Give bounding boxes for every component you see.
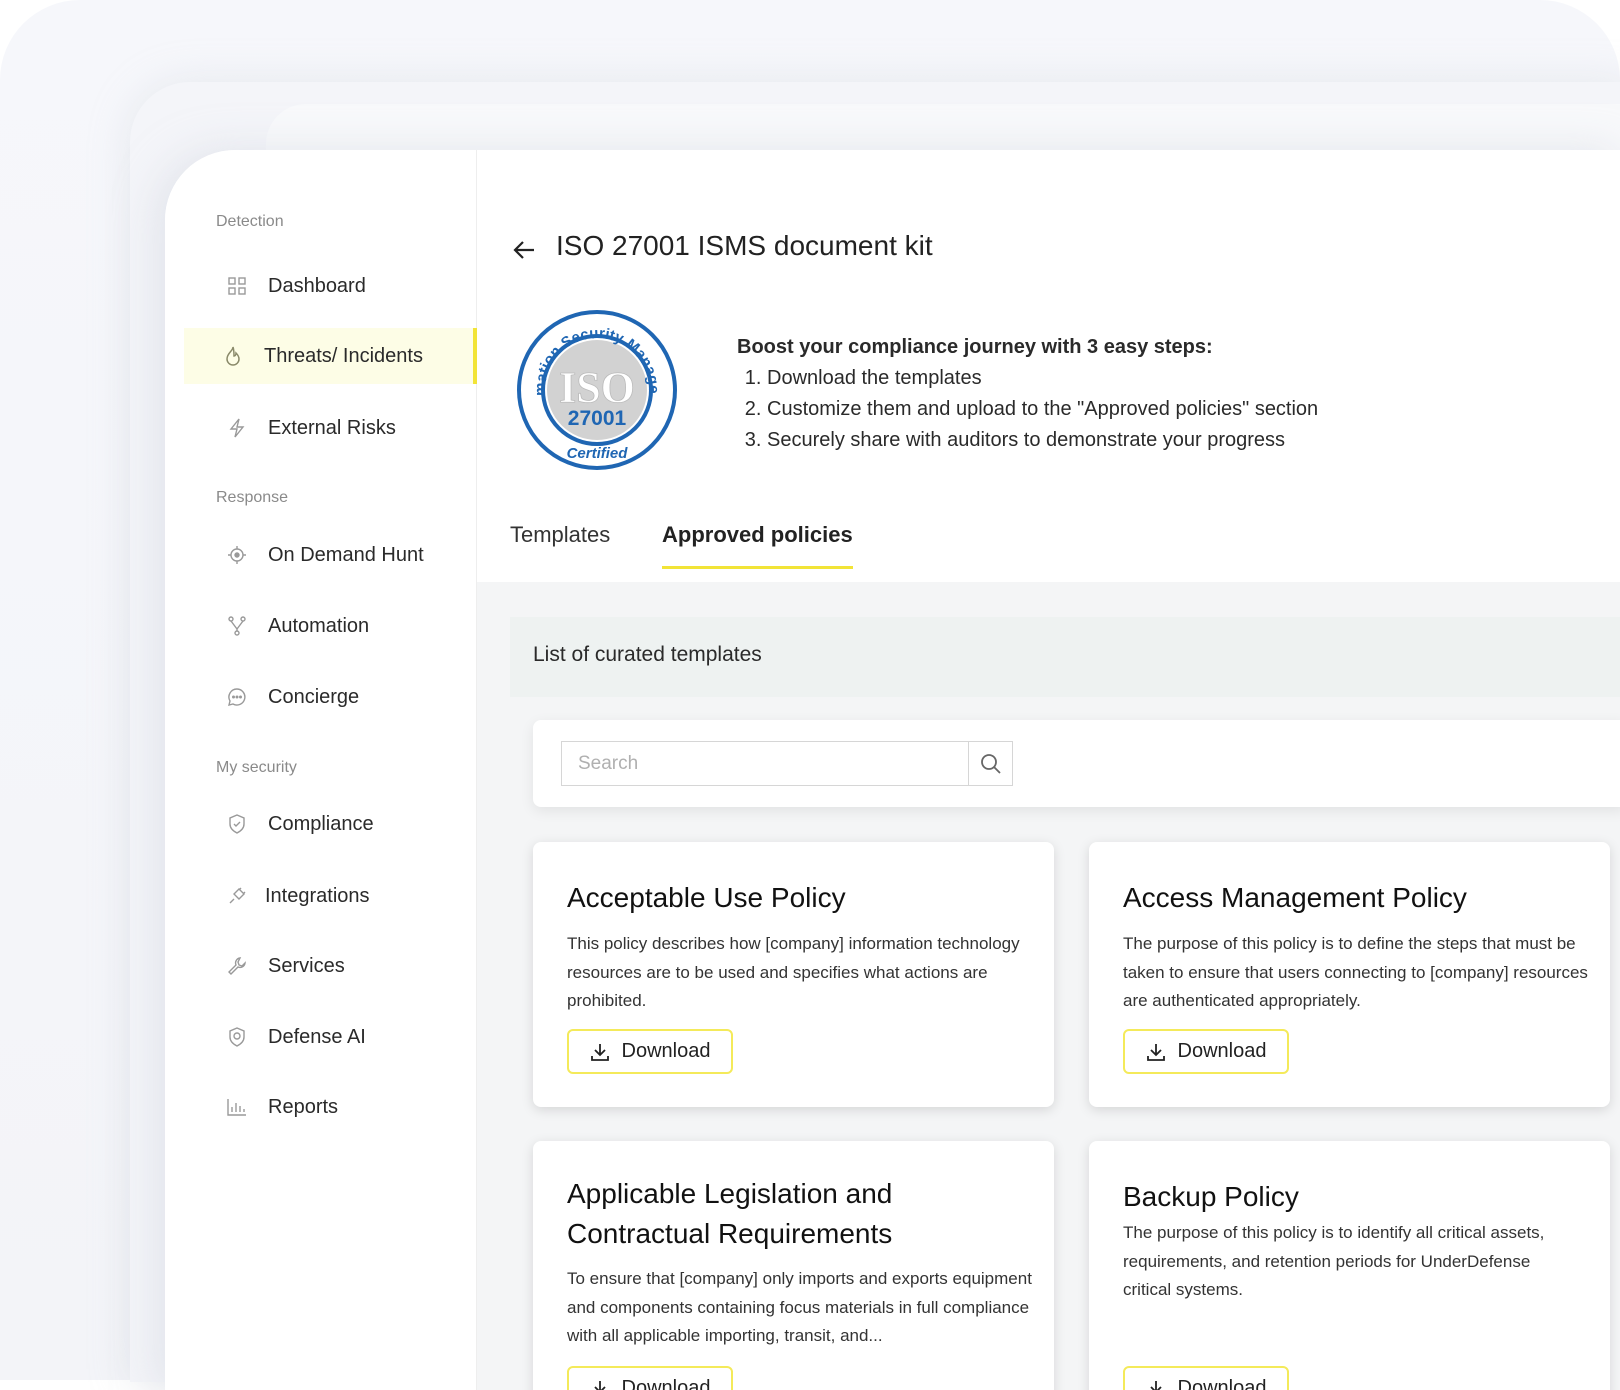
card-description: The purpose of this policy is to identif…: [1123, 1219, 1583, 1305]
shield-ai-icon: [226, 1026, 248, 1048]
search-input[interactable]: [561, 741, 968, 786]
sidebar-item-on-demand-hunt[interactable]: On Demand Hunt: [184, 527, 477, 583]
card-title: Acceptable Use Policy: [567, 878, 1037, 918]
sidebar-item-automation[interactable]: Automation: [184, 598, 477, 654]
svg-text:27001: 27001: [568, 407, 627, 430]
card-description: The purpose of this policy is to define …: [1123, 930, 1593, 1016]
template-card: Access Management Policy The purpose of …: [1089, 842, 1610, 1107]
sidebar-item-compliance[interactable]: Compliance: [184, 796, 477, 852]
plug-icon: [226, 885, 248, 907]
sidebar-item-reports[interactable]: Reports: [184, 1079, 477, 1135]
download-label: Download: [622, 1377, 711, 1390]
download-icon: [1146, 1042, 1166, 1062]
grid-icon: [226, 275, 248, 297]
card-title: Backup Policy: [1123, 1177, 1593, 1217]
branch-icon: [226, 615, 248, 637]
chat-icon: [226, 686, 248, 708]
sidebar-item-threats-incidents[interactable]: Threats/ Incidents: [184, 328, 477, 384]
card-description: To ensure that [company] only imports an…: [567, 1265, 1032, 1351]
sidebar-item-label: Integrations: [265, 885, 370, 908]
sidebar-item-label: Dashboard: [268, 275, 366, 298]
search-button[interactable]: [968, 741, 1013, 786]
card-description: This policy describes how [company] info…: [567, 930, 1027, 1016]
sidebar-item-label: Threats/ Incidents: [264, 345, 423, 368]
section-label-response: Response: [216, 489, 288, 507]
shield-check-icon: [226, 813, 248, 835]
page-title: ISO 27001 ISMS document kit: [556, 230, 933, 262]
search-bar: [533, 720, 1620, 807]
download-icon: [590, 1379, 610, 1390]
download-icon: [590, 1042, 610, 1062]
template-card: Backup Policy The purpose of this policy…: [1089, 1141, 1610, 1390]
download-button[interactable]: Download: [567, 1366, 733, 1390]
download-icon: [1146, 1379, 1166, 1390]
tab-approved-policies[interactable]: Approved policies: [662, 522, 853, 569]
section-label-detection: Detection: [216, 213, 284, 231]
back-button[interactable]: [511, 236, 539, 264]
sidebar-item-defense-ai[interactable]: Defense AI: [184, 1009, 477, 1065]
download-label: Download: [1178, 1040, 1267, 1063]
list-header: List of curated templates: [510, 617, 1620, 697]
section-label-my-security: My security: [216, 759, 297, 777]
arrow-left-icon: [511, 236, 539, 264]
sidebar-item-label: Reports: [268, 1096, 338, 1119]
template-card: Acceptable Use Policy This policy descri…: [533, 842, 1054, 1107]
sidebar: Detection Dashboard Threats/ Incidents E…: [165, 150, 477, 1390]
svg-text:Certified: Certified: [567, 445, 629, 462]
intro-steps: Boost your compliance journey with 3 eas…: [737, 332, 1318, 456]
sidebar-item-label: Concierge: [268, 686, 359, 709]
sidebar-item-label: On Demand Hunt: [268, 544, 424, 567]
sidebar-item-label: External Risks: [268, 417, 396, 440]
card-title: Applicable Legislation and Contractual R…: [567, 1174, 947, 1254]
step-item: Securely share with auditors to demonstr…: [767, 425, 1318, 456]
download-button[interactable]: Download: [567, 1029, 733, 1074]
bar-chart-icon: [226, 1096, 248, 1118]
card-title: Access Management Policy: [1123, 878, 1593, 918]
templates-list: List of curated templates Acceptable Use…: [477, 582, 1620, 1390]
sidebar-item-dashboard[interactable]: Dashboard: [184, 258, 477, 314]
sidebar-item-label: Services: [268, 955, 345, 978]
sidebar-item-label: Compliance: [268, 813, 374, 836]
sidebar-item-services[interactable]: Services: [184, 938, 477, 994]
download-label: Download: [1178, 1377, 1267, 1390]
wrench-icon: [226, 955, 248, 977]
iso-27001-logo: Information Security Management ISO 2700…: [515, 308, 679, 472]
lightning-icon: [226, 417, 248, 439]
download-label: Download: [622, 1040, 711, 1063]
tab-templates[interactable]: Templates: [510, 522, 610, 566]
svg-text:ISO: ISO: [559, 363, 635, 412]
step-item: Customize them and upload to the "Approv…: [767, 394, 1318, 425]
search-icon: [980, 753, 1002, 775]
sidebar-item-label: Automation: [268, 615, 369, 638]
crosshair-icon: [226, 544, 248, 566]
intro-heading: Boost your compliance journey with 3 eas…: [737, 336, 1213, 358]
sidebar-item-integrations[interactable]: Integrations: [184, 868, 477, 924]
step-item: Download the templates: [767, 363, 1318, 394]
download-button[interactable]: Download: [1123, 1029, 1289, 1074]
sidebar-item-external-risks[interactable]: External Risks: [184, 400, 477, 456]
sidebar-item-label: Defense AI: [268, 1026, 366, 1049]
app-window: Detection Dashboard Threats/ Incidents E…: [165, 150, 1620, 1390]
download-button[interactable]: Download: [1123, 1366, 1289, 1390]
template-card: Applicable Legislation and Contractual R…: [533, 1141, 1054, 1390]
main-content: ISO 27001 ISMS document kit Information …: [477, 150, 1620, 1390]
flame-icon: [222, 345, 244, 367]
list-title: List of curated templates: [533, 643, 762, 667]
sidebar-item-concierge[interactable]: Concierge: [184, 669, 477, 725]
